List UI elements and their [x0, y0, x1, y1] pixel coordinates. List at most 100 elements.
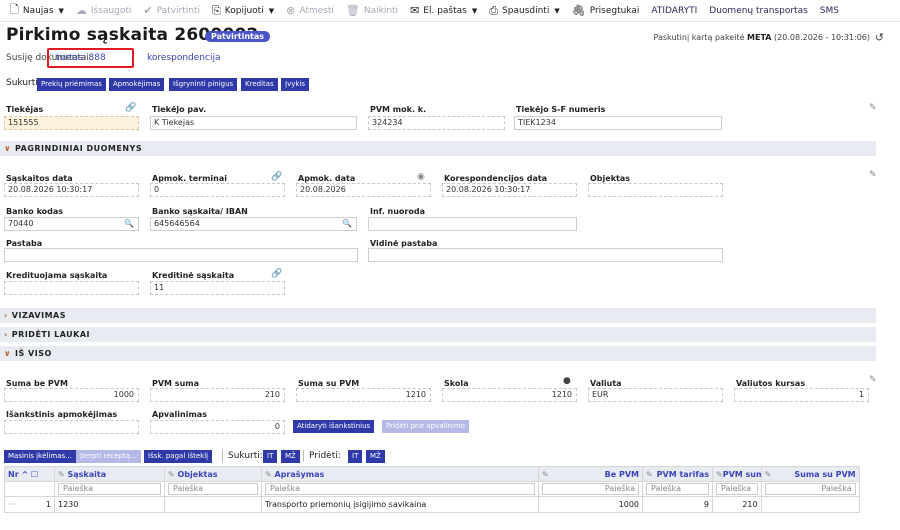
copy-button[interactable]: ⎘ Kopijuoti ▼: [206, 0, 280, 22]
vat-sum-search-input[interactable]: Paieška: [716, 483, 758, 495]
table-row[interactable]: ··· 1 1230 Transporto priemonių įsigijimo…: [4, 496, 860, 513]
related-correspondence-link[interactable]: korespondencija: [147, 53, 220, 63]
pin-icon[interactable]: ✎: [869, 375, 877, 385]
vat-rate-search-input[interactable]: Paieška: [646, 483, 709, 495]
pin-icon[interactable]: ✎: [869, 170, 877, 180]
open-advances-button[interactable]: Atidaryti išankstinius: [293, 420, 375, 433]
object-cell[interactable]: [164, 496, 262, 513]
column-header-vat-rate[interactable]: ✎ PVM tarifas: [642, 466, 713, 482]
description-search-input[interactable]: Paieška: [265, 483, 535, 495]
description-cell[interactable]: Transporto priemonių įsigijimo savikaina: [261, 496, 539, 513]
pin-icon[interactable]: ✎: [765, 470, 772, 479]
reference-field[interactable]: [368, 217, 577, 231]
reopen-button[interactable]: ATIDARYTI: [645, 0, 703, 22]
print-button[interactable]: ⎙ Spausdinti ▼: [483, 0, 565, 22]
create-event-button[interactable]: Įvykis: [281, 78, 309, 91]
pin-icon[interactable]: ✎: [646, 470, 653, 479]
net-cell[interactable]: 1000: [538, 496, 643, 513]
account-cell[interactable]: 1230: [54, 496, 165, 513]
net-search-input[interactable]: Paieška: [542, 483, 639, 495]
correspondence-date-field[interactable]: 20.08.2026 10:30:17: [442, 183, 577, 197]
supplier-code-field[interactable]: 151555: [4, 116, 139, 130]
vat-code-field[interactable]: 324234: [368, 116, 505, 130]
advance-payment-field[interactable]: [4, 420, 139, 434]
expand-by-resource-button[interactable]: Išsk. pagal išteklį: [144, 450, 213, 463]
delete-button[interactable]: 🗑 Naikinti: [340, 0, 404, 22]
pin-icon[interactable]: ✎: [716, 470, 723, 479]
column-header-account[interactable]: ✎ Sąskaita: [54, 466, 165, 482]
column-header-nr[interactable]: Nr ^ ☐: [4, 466, 55, 482]
exchange-rate-field[interactable]: 1: [734, 388, 869, 402]
link-icon[interactable]: 🔗: [271, 172, 282, 182]
section-totals-header[interactable]: ∨ IŠ VISO: [0, 346, 876, 361]
column-header-gross[interactable]: ✎ Suma su PVM: [760, 466, 860, 482]
data-transport-button[interactable]: Duomenų transportas: [703, 0, 814, 22]
email-button[interactable]: ✉ El. paštas ▼: [404, 0, 483, 22]
vat-sum-field[interactable]: 210: [150, 388, 285, 402]
related-asset-link[interactable]: turtas: 888: [56, 53, 106, 63]
debt-field[interactable]: 1210: [442, 388, 577, 402]
payment-date-field[interactable]: 20.08.2026: [296, 183, 431, 197]
account-search-input[interactable]: Paieška: [58, 483, 161, 495]
column-header-object[interactable]: ✎ Objektas: [164, 466, 262, 482]
add-to-rounding-button[interactable]: Pridėti prie apvalinimo: [382, 420, 469, 433]
create-cash-out-button[interactable]: Išgryninti pinigus: [169, 78, 238, 91]
column-header-net[interactable]: ✎ Be PVM: [538, 466, 643, 482]
add-mz-button[interactable]: MŽ: [366, 450, 385, 463]
rounding-field[interactable]: 0: [150, 420, 285, 434]
create-credit-button[interactable]: Kreditas: [241, 78, 278, 91]
object-field[interactable]: [588, 183, 723, 197]
section-main-header[interactable]: ∨ PAGRINDINIAI DUOMENYS: [0, 141, 876, 156]
save-button[interactable]: ☁ Išsaugoti: [70, 0, 138, 22]
sms-button[interactable]: SMS: [814, 0, 845, 22]
vat-rate-cell[interactable]: 9: [642, 496, 713, 513]
note-field[interactable]: [4, 248, 358, 262]
create-mz-button[interactable]: MŽ: [281, 450, 300, 463]
calculator-icon[interactable]: ◉: [417, 172, 425, 182]
section-extra-fields-header[interactable]: › PRIDĖTI LAUKAI: [0, 327, 876, 342]
pin-icon[interactable]: ✎: [58, 470, 65, 479]
create-it-button[interactable]: IT: [263, 450, 278, 463]
reject-button[interactable]: ⊗ Atmesti: [280, 0, 340, 22]
pin-icon[interactable]: ✎: [869, 103, 877, 113]
supplier-invoice-field[interactable]: TIEK1234: [514, 116, 722, 130]
confirm-button[interactable]: ✔ Patvirtinti: [137, 0, 206, 22]
pin-icon[interactable]: ✎: [542, 470, 549, 479]
gross-search-input[interactable]: Paieška: [764, 483, 856, 495]
new-button[interactable]: 🗋 Naujas ▼: [4, 0, 70, 22]
pin-icon[interactable]: ✎: [168, 470, 175, 479]
insert-recipe-button[interactable]: Įterpti receptą...: [76, 450, 141, 463]
column-header-description[interactable]: ✎ Aprašymas: [261, 466, 539, 482]
gross-cell[interactable]: [760, 496, 860, 513]
pin-icon[interactable]: ✎: [265, 470, 272, 479]
invoice-date-field[interactable]: 20.08.2026 10:30:17: [4, 183, 139, 197]
payment-term-field[interactable]: 0: [150, 183, 285, 197]
iban-field[interactable]: 645646564 🔍: [150, 217, 357, 231]
search-icon[interactable]: 🔍: [124, 218, 134, 230]
supplier-name-field[interactable]: K Tiekejas: [150, 116, 357, 130]
row-menu-icon[interactable]: ···: [8, 500, 16, 509]
currency-field[interactable]: EUR: [588, 388, 723, 402]
link-icon[interactable]: 🔗: [271, 269, 282, 279]
mass-import-button[interactable]: Masinis įkėlimas...: [4, 450, 76, 463]
bank-code-field[interactable]: 70440 🔍: [4, 217, 139, 231]
history-icon[interactable]: ↺: [875, 31, 884, 44]
gross-sum-field[interactable]: 1210: [296, 388, 431, 402]
sort-icon[interactable]: ^: [21, 470, 28, 479]
info-icon[interactable]: ●: [563, 376, 571, 386]
add-it-button[interactable]: IT: [348, 450, 363, 463]
section-approval-header[interactable]: › VIZAVIMAS: [0, 308, 876, 323]
net-sum-field[interactable]: 1000: [4, 388, 139, 402]
search-icon[interactable]: 🔍: [342, 218, 352, 230]
credited-account-field[interactable]: [4, 281, 139, 295]
create-goods-receipt-button[interactable]: Prekių priėmimas: [37, 78, 106, 91]
object-search-input[interactable]: Paieška: [168, 483, 258, 495]
create-payment-button[interactable]: Apmokėjimas: [109, 78, 165, 91]
column-header-vat-sum[interactable]: ✎ PVM sum: [712, 466, 762, 482]
select-all-checkbox[interactable]: ☐: [31, 470, 38, 479]
vat-sum-cell[interactable]: 210: [712, 496, 762, 513]
credit-invoice-field[interactable]: 11: [150, 281, 285, 295]
link-icon[interactable]: 🔗: [125, 103, 136, 113]
attachments-button[interactable]: 🖇 Prisegtukai: [566, 0, 646, 22]
internal-note-field[interactable]: [368, 248, 723, 262]
